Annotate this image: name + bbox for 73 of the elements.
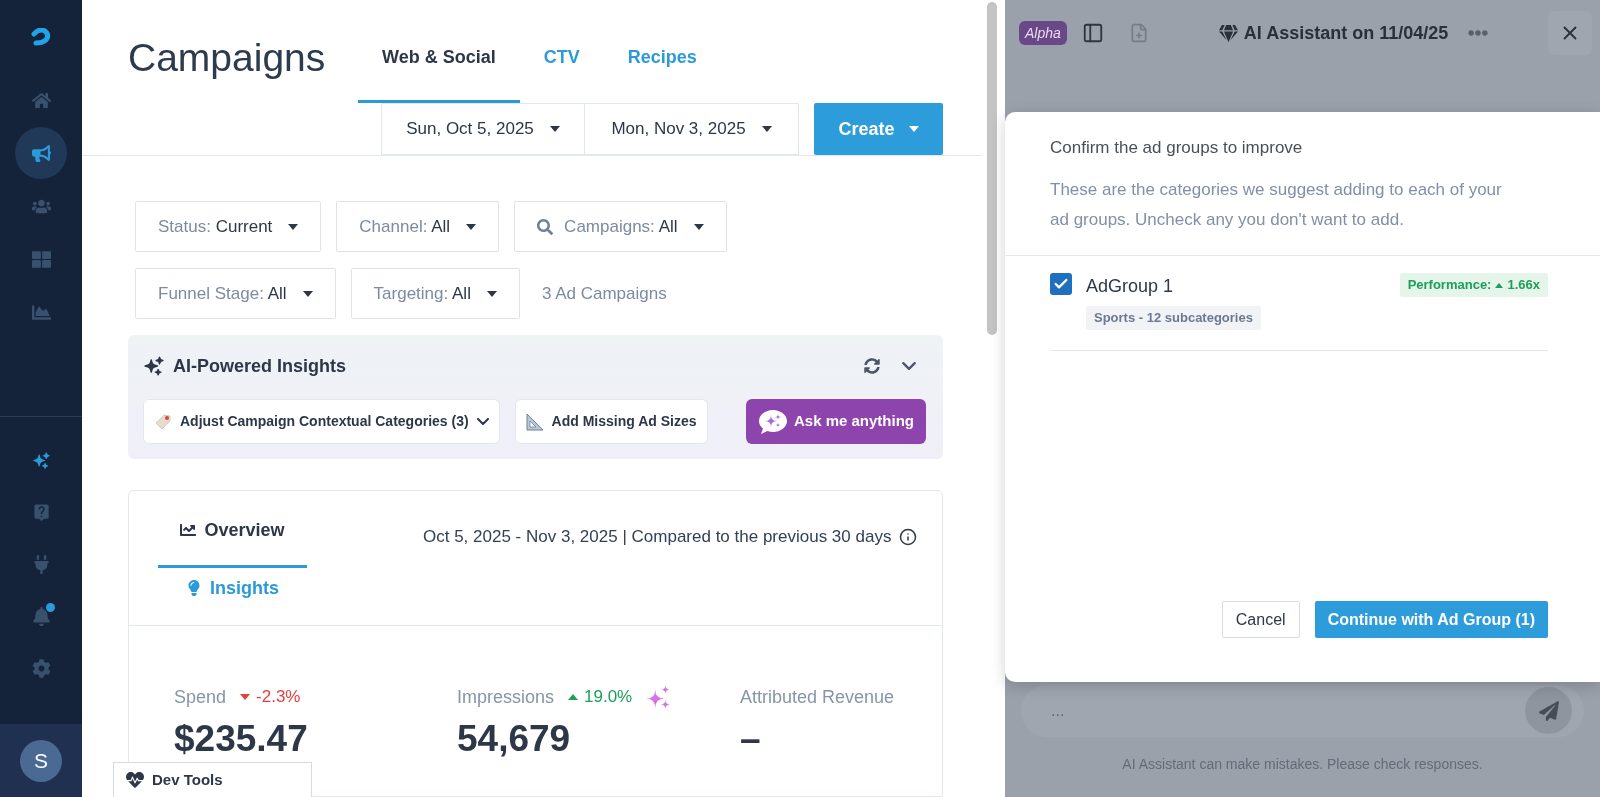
diamond-icon xyxy=(1218,24,1238,42)
info-icon xyxy=(899,528,918,546)
performance-value: 1.66x xyxy=(1507,276,1540,295)
megaphone-icon xyxy=(31,143,51,163)
caret-icon xyxy=(693,223,704,230)
date-picker[interactable]: Sun, Oct 5, 2025 xyxy=(381,103,585,155)
dialog-description: These are the categories we suggest adding to each of your ad groups. Uncheck any you don't want to add. xyxy=(1050,179,1503,231)
page-title: Campaigns xyxy=(128,35,327,81)
insight-chip[interactable]: Adjust Campaign Contextual Categories (3) xyxy=(143,399,500,444)
caret-icon xyxy=(466,223,477,230)
heartbeat-icon xyxy=(126,771,144,789)
user-avatar[interactable]: S xyxy=(20,739,62,782)
refresh-button[interactable] xyxy=(863,357,881,375)
message-input[interactable]: ... xyxy=(1021,685,1584,737)
dev-tools-tab[interactable]: Dev Tools xyxy=(113,762,312,797)
ask-button[interactable]: Ask me anything xyxy=(745,399,926,444)
chat-sparkle-icon xyxy=(757,408,788,435)
caret-icon xyxy=(486,290,497,297)
sparkles-icon xyxy=(143,355,165,377)
metric-change: 19.0% xyxy=(584,686,633,709)
caret-icon xyxy=(302,290,313,297)
insights-title: AI-Powered Insights xyxy=(173,354,347,378)
sparkles-icon xyxy=(31,450,51,470)
insight-chip[interactable]: Add Missing Ad Sizes xyxy=(514,399,708,444)
filter-dropdown[interactable]: Channel: All xyxy=(336,201,500,252)
tag-icon xyxy=(154,412,172,431)
grid-icon xyxy=(31,249,51,269)
metric-value: $235.47 xyxy=(174,717,309,761)
help-icon xyxy=(31,502,51,522)
campaign-count: 3 Ad Campaigns xyxy=(541,282,667,305)
metric-change: -2.3% xyxy=(256,686,301,709)
chevron-down-icon xyxy=(902,362,916,370)
home-icon xyxy=(31,90,51,110)
caret-icon xyxy=(908,126,919,132)
ad-group-name: AdGroup 1 xyxy=(1086,275,1174,298)
metric-label: Attributed Revenue xyxy=(740,685,895,709)
assistant-title: AI Assistant on 11/04/25 xyxy=(1243,21,1449,45)
settings-icon xyxy=(31,658,51,678)
filter-dropdown[interactable]: Funnel Stage: All xyxy=(135,268,336,319)
filter-dropdown[interactable]: Targeting: All xyxy=(350,268,520,319)
metric-value: 54,679 xyxy=(457,717,572,761)
date-range-text: Oct 5, 2025 - Nov 3, 2025 | Compared to the previous 30 days xyxy=(423,526,892,548)
performance-label: Performance: xyxy=(1407,276,1492,295)
lightbulb-icon xyxy=(186,579,202,596)
metric-label: Spend xyxy=(174,685,227,709)
metric-label: Impressions xyxy=(457,685,555,709)
tab[interactable]: Web & Social xyxy=(358,36,520,103)
caret-icon xyxy=(761,126,772,132)
close-button[interactable] xyxy=(1548,11,1592,55)
tab[interactable]: Overview xyxy=(158,510,307,568)
checkbox[interactable] xyxy=(1050,273,1072,295)
chevron-down-icon xyxy=(476,418,489,425)
logo-icon xyxy=(30,28,52,46)
caret-icon xyxy=(549,126,560,132)
filter-dropdown[interactable]: Status: Current xyxy=(135,201,322,252)
line-chart-icon xyxy=(180,522,197,538)
caret-icon xyxy=(288,223,299,230)
send-icon xyxy=(1538,700,1559,721)
refresh-icon xyxy=(864,358,880,374)
cancel-button[interactable]: Cancel xyxy=(1221,601,1300,638)
search-filter[interactable]: Campaigns: All xyxy=(514,201,727,252)
chart-icon xyxy=(31,302,51,322)
panel-icon xyxy=(1081,22,1104,44)
dialog-title: Confirm the ad groups to improve xyxy=(1050,137,1304,159)
plug-icon xyxy=(31,554,51,574)
metric-value: – xyxy=(740,717,762,761)
search-icon xyxy=(537,218,554,235)
scrollbar-thumb[interactable] xyxy=(987,2,997,335)
bell-icon xyxy=(31,606,51,626)
nav-button[interactable] xyxy=(15,127,67,179)
date-picker[interactable]: Mon, Nov 3, 2025 xyxy=(585,103,799,155)
alpha-badge: Alpha xyxy=(1019,21,1067,45)
category-tag: Sports - 12 subcategories xyxy=(1086,306,1261,330)
